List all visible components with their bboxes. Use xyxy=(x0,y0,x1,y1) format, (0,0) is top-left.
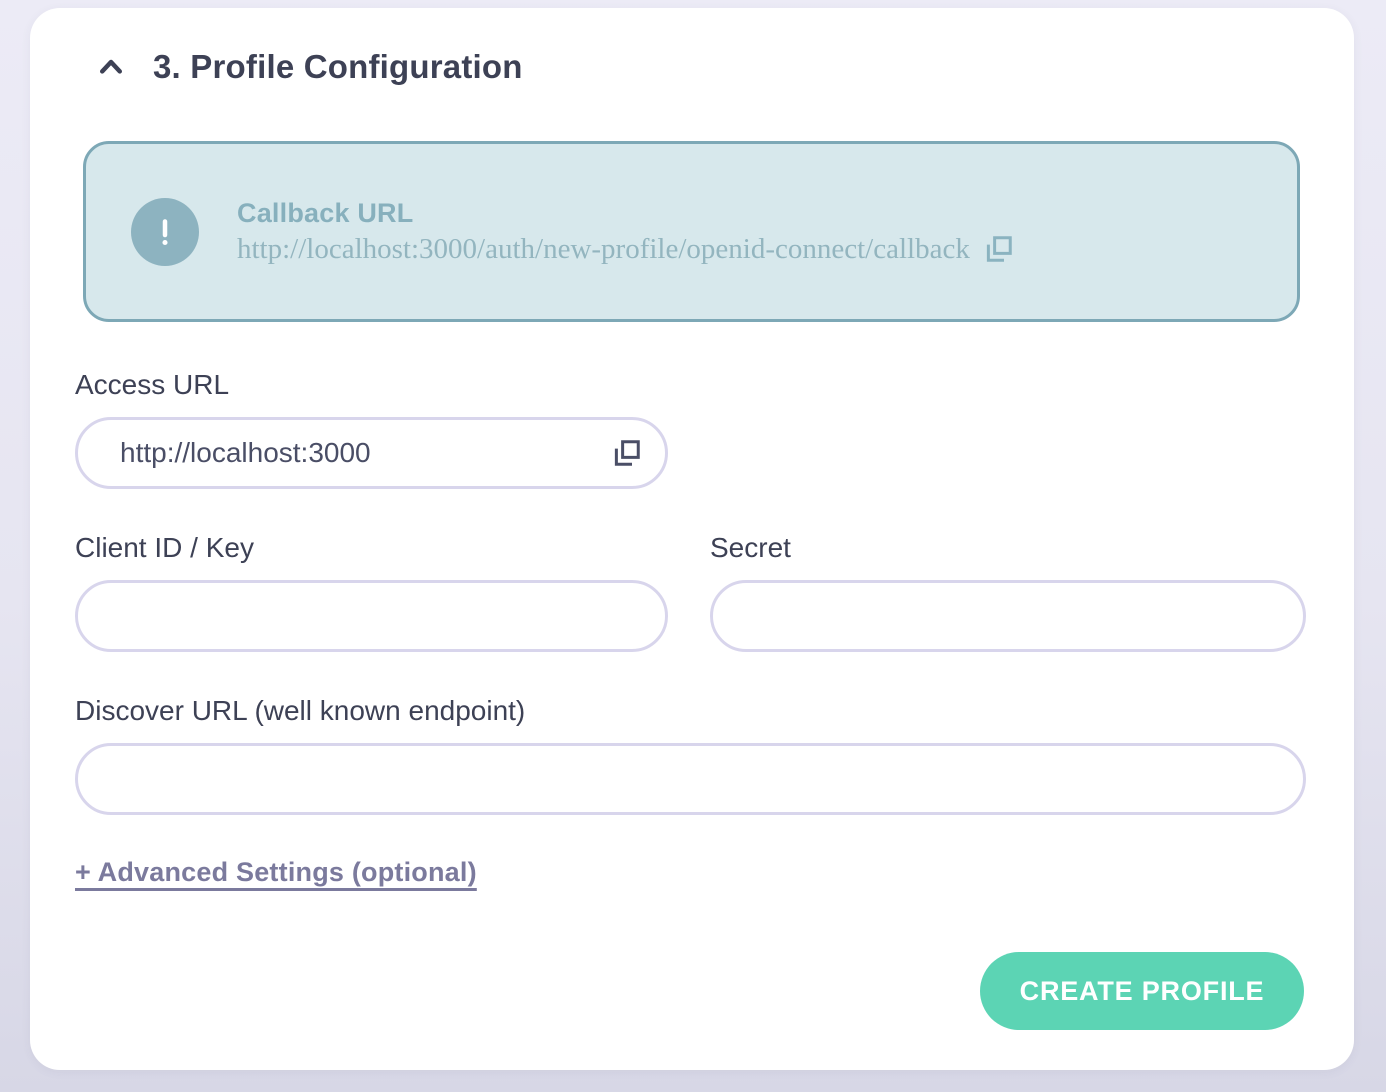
section-title: 3. Profile Configuration xyxy=(153,48,523,86)
callback-url-value: http://localhost:3000/auth/new-profile/o… xyxy=(237,233,970,266)
advanced-settings-link[interactable]: + Advanced Settings (optional) xyxy=(75,857,477,887)
callback-notice-text: Callback URL http://localhost:3000/auth/… xyxy=(237,198,1014,266)
create-profile-button[interactable]: CREATE PROFILE xyxy=(980,952,1304,1030)
copy-callback-url-button[interactable] xyxy=(984,234,1014,264)
copy-icon xyxy=(984,234,1014,264)
callback-url-notice: Callback URL http://localhost:3000/auth/… xyxy=(83,141,1300,322)
section-header: 3. Profile Configuration xyxy=(75,44,1306,90)
discover-url-input[interactable] xyxy=(75,743,1306,815)
client-id-label: Client ID / Key xyxy=(75,529,668,567)
collapse-section-button[interactable] xyxy=(95,51,127,83)
discover-url-label: Discover URL (well known endpoint) xyxy=(75,692,1306,730)
copy-icon xyxy=(612,438,642,468)
secret-label: Secret xyxy=(710,529,1306,567)
callback-url-label: Callback URL xyxy=(237,198,1014,229)
chevron-up-icon xyxy=(96,52,126,82)
secret-input[interactable] xyxy=(710,580,1306,652)
access-url-label: Access URL xyxy=(75,366,1306,404)
access-url-input[interactable] xyxy=(75,417,668,489)
client-id-input[interactable] xyxy=(75,580,668,652)
exclamation-icon xyxy=(131,198,199,266)
profile-configuration-card: 3. Profile Configuration Callback URL ht… xyxy=(30,8,1354,1070)
copy-access-url-button[interactable] xyxy=(612,438,642,468)
